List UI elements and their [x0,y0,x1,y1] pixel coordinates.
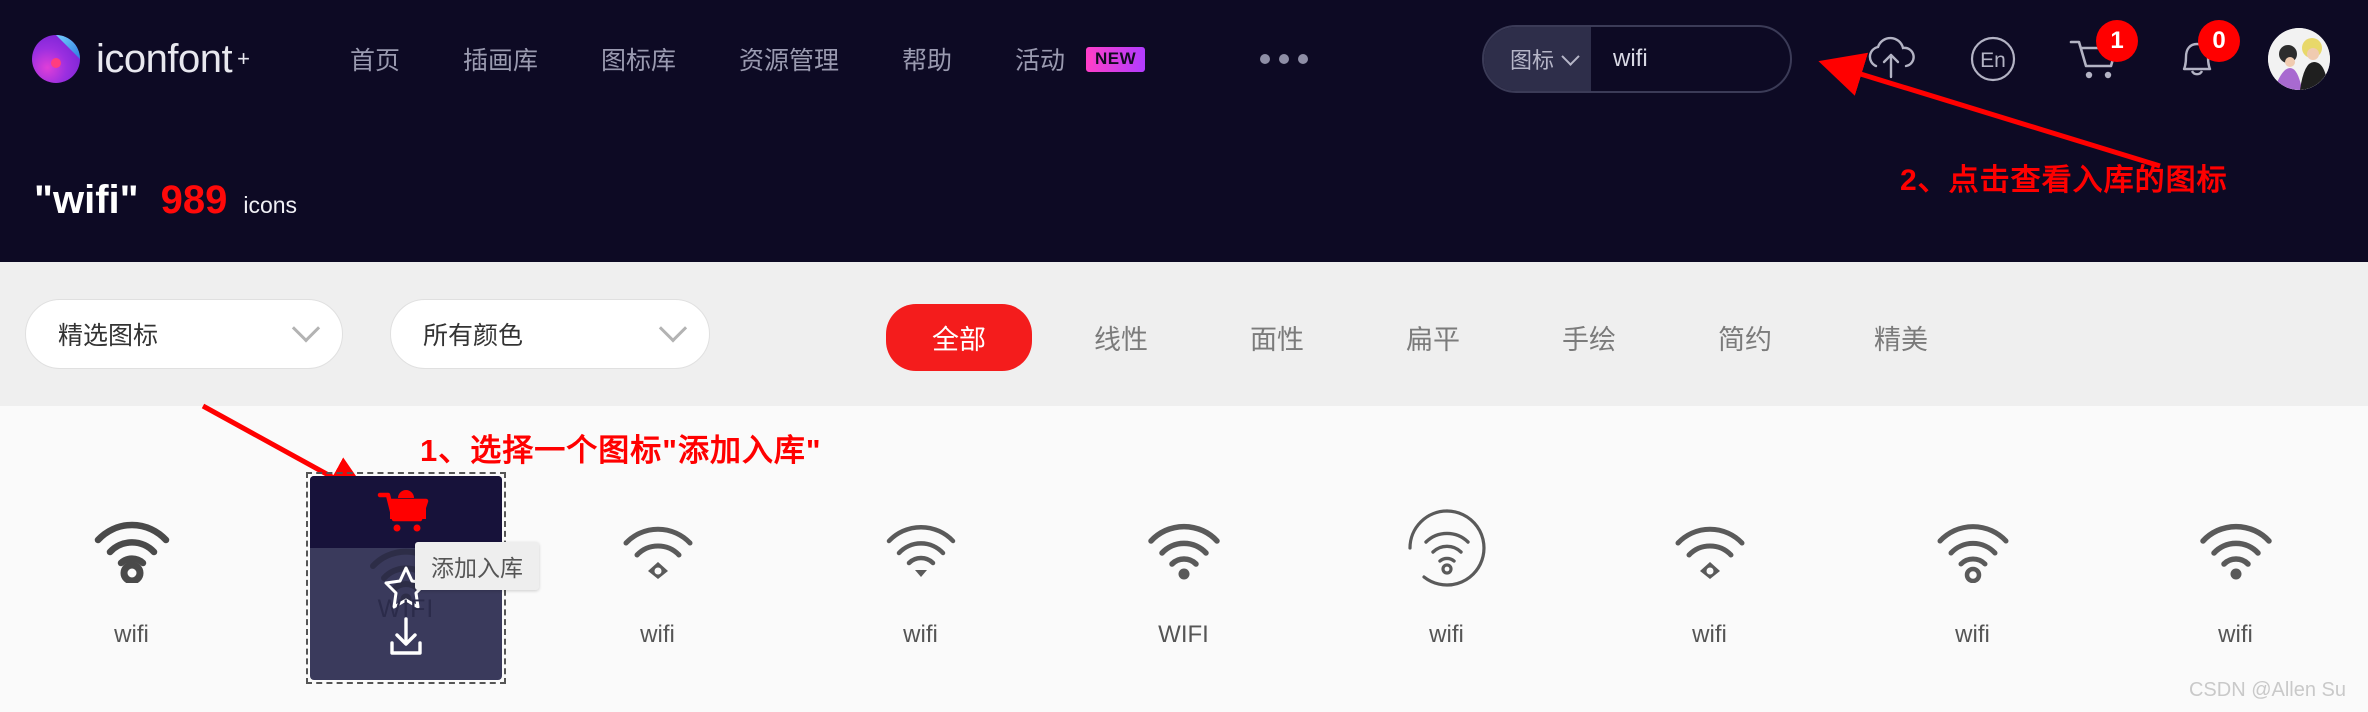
icon-name: wifi [640,621,675,648]
icon-type-select-value: 精选图标 [58,322,159,350]
notification-count-badge: 0 [2198,20,2240,62]
tab-label: 扁平 [1406,325,1460,355]
site-logo[interactable]: iconfont + [32,35,250,83]
site-header: iconfont + 首页 插画库 图标库 资源管理 帮助 活动 NEW 图标 … [0,0,2368,262]
annotation-step-1: 1、选择一个图标"添加入库" [420,433,822,468]
icon-name: wifi [903,621,938,648]
ellipsis-icon[interactable] [1260,54,1309,64]
new-badge: NEW [1086,46,1146,72]
icon-color-select-value: 所有颜色 [423,322,524,350]
chevron-down-icon [1561,46,1580,66]
wifi-icon [614,483,702,613]
nav-item-icon-library[interactable]: 图标库 [601,41,676,77]
search-term: "wifi" [34,178,139,222]
wifi-icon [1929,483,2017,613]
search-input[interactable] [1591,27,1790,91]
iconfont-search-page: iconfont + 首页 插画库 图标库 资源管理 帮助 活动 NEW 图标 … [0,0,2368,712]
nav-label: 图标库 [601,47,677,75]
icon-card[interactable]: wifi [2104,465,2367,680]
add-to-cart-icon [377,490,429,532]
tab-refined[interactable]: 精美 [1834,304,1968,371]
nav-label: 资源管理 [739,47,840,75]
wifi-icon [1666,483,1754,613]
nav-label: 活动 [1015,47,1066,75]
style-filter-tabs: 全部 线性 面性 扁平 手绘 简约 精美 [886,304,1990,371]
tab-label: 手绘 [1562,325,1616,355]
tab-all[interactable]: 全部 [886,304,1032,371]
add-to-cart-tooltip: 添加入库 [415,542,539,590]
iconfont-logo-icon [32,35,80,83]
icon-card[interactable]: wifi [526,465,789,680]
tab-handdrawn[interactable]: 手绘 [1522,304,1656,371]
wifi-icon [2192,483,2280,613]
avatar-image [2268,28,2330,90]
tab-linear[interactable]: 线性 [1054,304,1188,371]
icon-type-select[interactable]: 精选图标 [25,299,343,369]
icon-name: wifi [1429,621,1464,648]
main-nav: 首页 插画库 图标库 资源管理 帮助 活动 NEW [350,41,1309,77]
dot [1298,54,1309,64]
logo-plus-mark: + [237,46,250,71]
tab-solid[interactable]: 面性 [1210,304,1344,371]
tab-label: 简约 [1718,325,1772,355]
download-icon [390,617,422,655]
icon-name: wifi [114,621,149,648]
icon-card[interactable]: WIFI [1052,465,1315,680]
tab-label: 全部 [932,325,986,355]
nav-item-home[interactable]: 首页 [350,41,400,77]
tab-simple[interactable]: 简约 [1678,304,1812,371]
search-bar: 图标 [1482,25,1792,93]
icon-name: WIFI [1158,621,1209,648]
logo-wordmark: iconfont [96,36,233,81]
wifi-icon [877,483,965,613]
search-type-selector[interactable]: 图标 [1484,27,1592,91]
download-button[interactable] [310,602,502,674]
tab-label: 线性 [1094,325,1148,355]
chevron-down-icon [291,314,321,343]
icon-card[interactable]: wifi [1315,465,1578,680]
add-to-cart-button[interactable] [310,476,502,548]
chevron-down-icon [658,314,688,343]
tab-flat[interactable]: 扁平 [1366,304,1500,371]
dot [1279,54,1290,64]
icon-name: wifi [1955,621,1990,648]
watermark: CSDN @Allen Su [2188,679,2346,701]
wifi-icon [1140,483,1228,613]
nav-item-activity[interactable]: 活动 NEW [1015,41,1146,77]
tab-label: 精美 [1874,325,1928,355]
nav-item-help[interactable]: 帮助 [902,41,952,77]
dot [1260,54,1271,64]
tab-label: 面性 [1250,325,1304,355]
user-avatar[interactable] [2268,28,2330,90]
icon-name: wifi [1692,621,1727,648]
nav-item-resource-management[interactable]: 资源管理 [739,41,839,77]
annotation-step-2: 2、点击查看入库的图标 [1900,164,2228,197]
result-unit: icons [243,192,298,218]
result-count: 989 [160,178,228,222]
nav-label: 首页 [349,47,400,75]
wifi-circled-icon [1404,483,1490,613]
icon-color-select[interactable]: 所有颜色 [390,299,710,369]
search-result-heading: "wifi" 989 icons [34,178,297,223]
nav-item-illustrations[interactable]: 插画库 [463,41,538,77]
nav-label: 帮助 [902,47,953,75]
icon-name: wifi [2218,621,2253,648]
icon-card[interactable]: wifi [1578,465,1841,680]
search-type-label: 图标 [1510,48,1555,73]
wifi-icon [88,483,176,613]
icon-card[interactable]: wifi [1841,465,2104,680]
icon-card[interactable]: wifi [789,465,1052,680]
icon-card[interactable]: wifi [0,465,263,680]
nav-label: 插画库 [462,47,538,75]
